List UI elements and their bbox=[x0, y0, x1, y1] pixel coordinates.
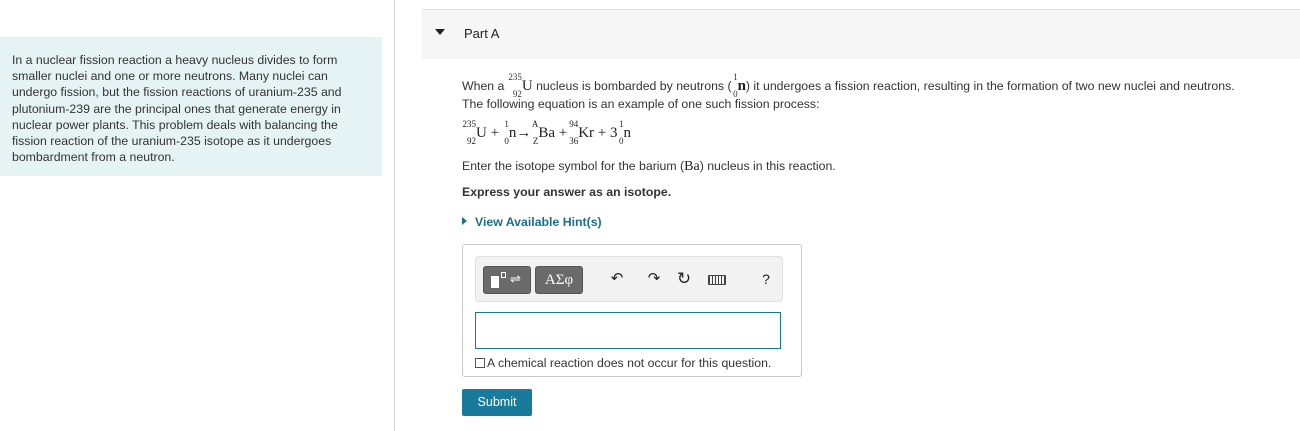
view-hints-link[interactable]: View Available Hint(s) bbox=[462, 215, 602, 229]
element-symbol: U bbox=[476, 125, 487, 142]
element-symbol: n bbox=[623, 125, 632, 142]
atomic-number: Z bbox=[532, 136, 539, 147]
no-reaction-option[interactable]: A chemical reaction does not occur for t… bbox=[475, 356, 771, 370]
element-symbol: Kr bbox=[578, 125, 595, 142]
question-prompt: Enter the isotope symbol for the barium … bbox=[462, 159, 836, 175]
element-symbol: Ba bbox=[684, 159, 700, 174]
redo-icon[interactable]: ↷ bbox=[643, 268, 665, 290]
math-toolbar: ⇌ ΑΣφ ↶ ↷ ↻ ? bbox=[475, 256, 783, 302]
question-line-2: The following equation is an example of … bbox=[462, 97, 820, 111]
barium-isotope: A Z Ba bbox=[531, 120, 555, 146]
equilibrium-arrows-icon: ⇌ bbox=[510, 271, 521, 286]
reaction-arrow: → bbox=[516, 125, 532, 141]
uranium-isotope: 235 92 U bbox=[462, 120, 487, 146]
help-button[interactable]: ? bbox=[759, 268, 773, 290]
keyboard-icon[interactable] bbox=[708, 275, 726, 285]
reset-icon[interactable]: ↻ bbox=[673, 268, 695, 290]
template-block-icon bbox=[491, 276, 499, 288]
caret-right-icon bbox=[462, 217, 467, 225]
no-reaction-label: A chemical reaction does not occur for t… bbox=[487, 356, 772, 370]
undo-icon[interactable]: ↶ bbox=[606, 268, 628, 290]
atomic-number: 92 bbox=[467, 136, 476, 147]
caret-down-icon[interactable] bbox=[435, 29, 445, 35]
part-title: Part A bbox=[464, 26, 500, 41]
submit-button[interactable]: Submit bbox=[462, 389, 532, 416]
question-text: ) it undergoes a fission reaction, resul… bbox=[745, 78, 1235, 93]
intro-text: In a nuclear fission reaction a heavy nu… bbox=[12, 53, 342, 165]
mass-number: A bbox=[531, 119, 539, 130]
prompt-text: Enter the isotope symbol for the barium … bbox=[462, 159, 685, 173]
mass-number: 1 bbox=[733, 72, 738, 82]
plus-sign: + bbox=[558, 125, 568, 141]
element-symbol: n bbox=[737, 78, 746, 94]
prompt-text: ) nucleus in this reaction. bbox=[699, 159, 836, 173]
mass-number: 1 bbox=[504, 119, 509, 130]
neutron-symbol: 10n bbox=[732, 73, 746, 99]
part-header[interactable]: Part A bbox=[422, 9, 1300, 59]
question-line-1: When a 235 92 U nucleus is bombarded by … bbox=[462, 73, 1235, 99]
panel-divider bbox=[394, 0, 395, 431]
intro-panel: In a nuclear fission reaction a heavy nu… bbox=[0, 37, 382, 176]
atomic-number: 36 bbox=[569, 136, 579, 147]
element-symbol: Ba bbox=[538, 125, 555, 142]
answer-instructions: Express your answer as an isotope. bbox=[462, 185, 672, 199]
symbols-button[interactable]: ΑΣφ bbox=[535, 266, 583, 294]
atomic-number: 0 bbox=[619, 136, 624, 147]
no-reaction-checkbox[interactable] bbox=[475, 358, 485, 368]
mass-number: 1 bbox=[619, 119, 624, 130]
element-symbol: n bbox=[508, 125, 517, 142]
question-text: nucleus is bombarded by neutrons ( bbox=[536, 78, 732, 93]
atomic-number: 0 bbox=[504, 136, 509, 147]
uranium-isotope: 235 92 U bbox=[508, 73, 533, 99]
neutron-symbol: 1 0 n bbox=[618, 120, 632, 146]
mass-number: 235 bbox=[462, 119, 477, 130]
element-symbol: U bbox=[521, 78, 533, 94]
templates-button[interactable]: ⇌ bbox=[483, 266, 531, 294]
hint-label: View Available Hint(s) bbox=[475, 215, 602, 229]
krypton-isotope: 94 36 Kr bbox=[567, 120, 595, 146]
plus-sign: + bbox=[490, 125, 500, 141]
fission-equation: 235 92 U + 1 0 n → A Z Ba + 94 36 Kr + 3… bbox=[462, 120, 632, 146]
mass-number: 235 bbox=[508, 72, 522, 82]
mass-number: 94 bbox=[569, 119, 579, 130]
neutron-coefficient: + 3 bbox=[597, 125, 618, 141]
answer-box: ⇌ ΑΣφ ↶ ↷ ↻ ? A chemical reaction does n… bbox=[462, 244, 802, 377]
answer-input[interactable] bbox=[475, 312, 781, 349]
template-superscript-icon bbox=[501, 272, 506, 278]
neutron-symbol: 1 0 n bbox=[503, 120, 517, 146]
question-text: When a bbox=[462, 78, 505, 93]
